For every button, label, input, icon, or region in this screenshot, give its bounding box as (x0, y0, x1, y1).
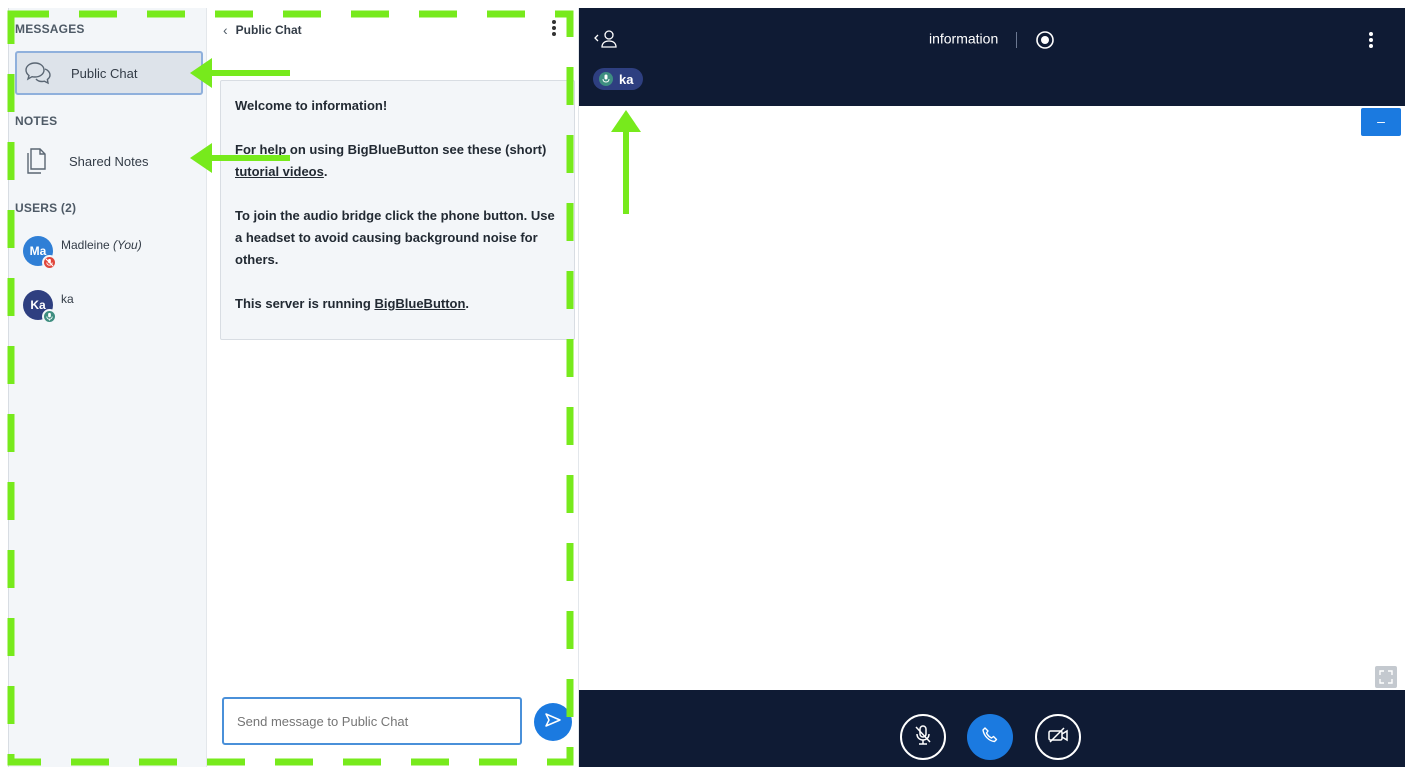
share-webcam-button[interactable] (1035, 714, 1081, 760)
chat-options-icon[interactable] (552, 20, 556, 38)
public-chat-label: Public Chat (71, 65, 138, 81)
minimize-presentation-button[interactable]: – (1361, 108, 1401, 136)
notes-section-title: NOTES (15, 114, 58, 128)
avatar: Ma (23, 236, 57, 270)
nav-bar: information ka (579, 8, 1405, 106)
chat-title: Public Chat (235, 23, 302, 37)
chevron-left-icon[interactable]: ‹ (223, 22, 228, 38)
send-message-button[interactable] (534, 703, 572, 741)
meeting-title: information (928, 30, 999, 47)
public-chat-panel: ‹ Public Chat Welcome to information! Fo… (206, 8, 579, 767)
leave-audio-button[interactable] (967, 714, 1013, 760)
sidebar-item-public-chat[interactable]: Public Chat (15, 51, 203, 95)
sidebar-item-shared-notes[interactable]: Shared Notes (15, 139, 203, 183)
mic-icon (42, 309, 57, 324)
shared-notes-label: Shared Notes (69, 153, 149, 169)
chat-header[interactable]: ‹ Public Chat (223, 22, 302, 38)
muted-mic-icon (42, 255, 57, 270)
talking-indicator[interactable]: ka (593, 68, 644, 90)
audio-bridge-line: To join the audio bridge click the phone… (235, 208, 555, 267)
talking-user-name: ka (619, 71, 634, 87)
messages-section-title: MESSAGES (15, 22, 85, 36)
camera-off-icon (1047, 726, 1069, 749)
fullscreen-icon[interactable] (1375, 666, 1397, 688)
tutorial-videos-link[interactable]: tutorial videos (235, 164, 324, 179)
meeting-title-bar: information (579, 30, 1405, 50)
phone-icon (981, 726, 999, 749)
user-item-madleine[interactable]: Ma Madleine (You) (23, 236, 142, 276)
bigbluebutton-link[interactable]: BigBlueButton (374, 296, 465, 311)
send-arrow-icon (544, 712, 562, 733)
help-line: For help on using BigBlueButton see thes… (235, 142, 547, 179)
user-item-ka[interactable]: Ka ka (23, 290, 74, 330)
user-name: ka (61, 292, 74, 306)
welcome-line: Welcome to information! (235, 98, 388, 113)
options-menu-icon[interactable] (1369, 32, 1373, 50)
welcome-message: Welcome to information! For help on usin… (220, 80, 575, 340)
user-list-panel: MESSAGES Public Chat NOTES Shared Notes … (8, 8, 206, 767)
chat-bubbles-icon (17, 61, 59, 85)
muted-mic-icon (913, 724, 933, 751)
action-bar (579, 690, 1405, 767)
user-name: Madleine (You) (61, 238, 142, 252)
presentation-area (579, 106, 1401, 690)
avatar-initials: Ka (30, 298, 46, 312)
chat-message-input[interactable] (222, 697, 522, 745)
server-line: This server is running BigBlueButton. (235, 296, 470, 311)
record-icon[interactable] (1035, 30, 1055, 50)
mute-button[interactable] (900, 714, 946, 760)
avatar: Ka (23, 290, 57, 324)
mic-icon (599, 72, 613, 86)
divider (1016, 32, 1018, 48)
notes-document-icon (15, 147, 57, 175)
users-section-title: USERS (2) (15, 201, 77, 215)
